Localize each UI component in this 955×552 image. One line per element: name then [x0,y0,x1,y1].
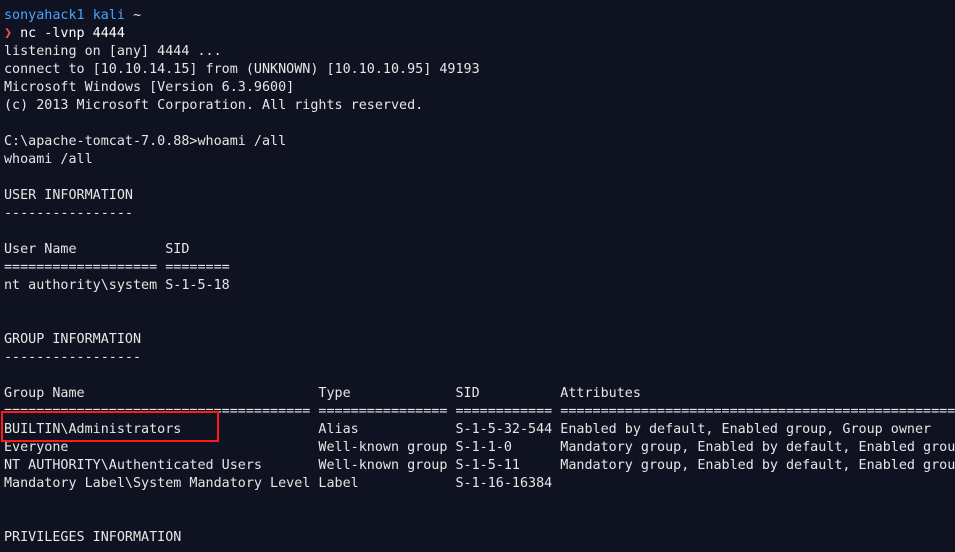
output-line: USER INFORMATION [4,188,133,203]
output-line: User Name SID [4,242,190,257]
output-line: PRIVILEGES INFORMATION [4,530,182,545]
output-line: GROUP INFORMATION [4,332,142,347]
output-line: whoami /all [4,152,93,167]
command-line: ❯ nc -lvnp 4444 [4,25,955,43]
prompt-tilde: ~ [133,8,142,23]
prompt-host: kali [92,8,125,23]
output-line: Mandatory Label\System Mandatory Level L… [4,476,553,491]
output-line: connect to [10.10.14.15] from (UNKNOWN) … [4,62,480,77]
output-line: NT AUTHORITY\Authenticated Users Well-kn… [4,458,955,473]
output-line: ----------------- [4,350,142,365]
command-text: nc -lvnp 4444 [20,26,125,41]
prompt-user: sonyahack1 [4,8,85,23]
command-output: listening on [any] 4444 ... connect to [1… [4,43,955,547]
highlight-box-administrators [1,411,219,442]
output-line: C:\apache-tomcat-7.0.88>whoami /all [4,134,287,149]
output-line: Group Name Type SID Attributes [4,386,641,401]
output-line: (c) 2013 Microsoft Corporation. All righ… [4,98,424,113]
terminal-output[interactable]: sonyahack1 kali ~ ❯ nc -lvnp 4444 listen… [4,7,955,547]
prompt-line: sonyahack1 kali ~ [4,7,955,25]
output-line: nt authority\system S-1-5-18 [4,278,230,293]
output-line: listening on [any] 4444 ... [4,44,222,59]
output-line: ---------------- [4,206,133,221]
prompt-arrow-icon: ❯ [4,26,13,41]
output-line: Microsoft Windows [Version 6.3.9600] [4,80,295,95]
output-line: =================== ======== [4,260,230,275]
